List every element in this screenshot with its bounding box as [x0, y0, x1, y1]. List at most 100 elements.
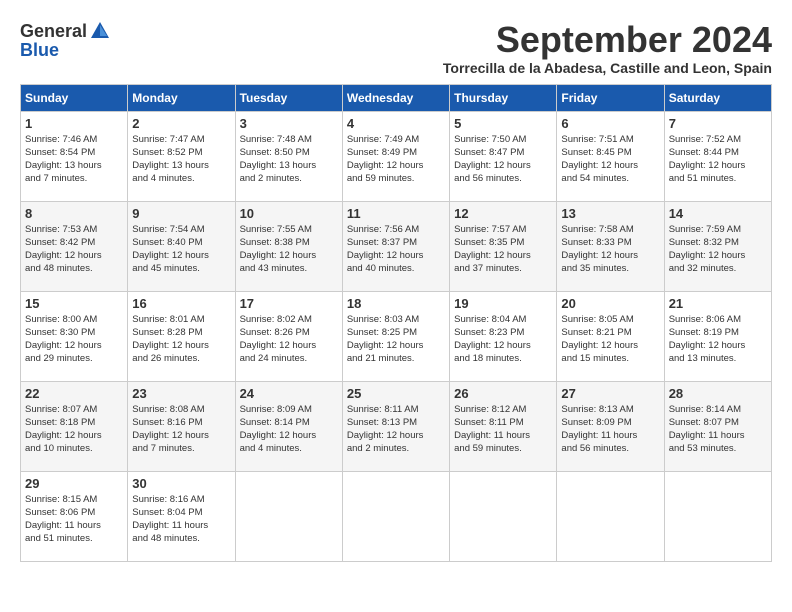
day-number: 24 — [240, 386, 338, 401]
day-number: 14 — [669, 206, 767, 221]
calendar-cell: 4 Sunrise: 7:49 AM Sunset: 8:49 PM Daylig… — [342, 111, 449, 201]
calendar-cell: 16Sunrise: 8:01 AM Sunset: 8:28 PM Dayli… — [128, 291, 235, 381]
calendar-cell: 11Sunrise: 7:56 AM Sunset: 8:37 PM Dayli… — [342, 201, 449, 291]
month-title: September 2024 — [443, 20, 772, 60]
day-info: Sunrise: 8:03 AM Sunset: 8:25 PM Dayligh… — [347, 313, 445, 366]
weekday-header-thursday: Thursday — [450, 84, 557, 111]
day-info: Sunrise: 8:06 AM Sunset: 8:19 PM Dayligh… — [669, 313, 767, 366]
day-info: Sunrise: 8:14 AM Sunset: 8:07 PM Dayligh… — [669, 403, 767, 456]
calendar-cell: 2 Sunrise: 7:47 AM Sunset: 8:52 PM Daylig… — [128, 111, 235, 201]
calendar-cell: 14 Sunrise: 7:59 AM Sunset: 8:32 PM Dayli… — [664, 201, 771, 291]
calendar-cell: 5 Sunrise: 7:50 AM Sunset: 8:47 PM Daylig… — [450, 111, 557, 201]
day-info: Sunrise: 8:09 AM Sunset: 8:14 PM Dayligh… — [240, 403, 338, 456]
day-number: 13 — [561, 206, 659, 221]
calendar-cell — [557, 471, 664, 561]
day-info: Sunrise: 7:51 AM Sunset: 8:45 PM Dayligh… — [561, 133, 659, 186]
day-number: 25 — [347, 386, 445, 401]
day-number: 18 — [347, 296, 445, 311]
day-info: Sunrise: 8:12 AM Sunset: 8:11 PM Dayligh… — [454, 403, 552, 456]
day-info: Sunrise: 8:07 AM Sunset: 8:18 PM Dayligh… — [25, 403, 123, 456]
calendar-cell: 23 Sunrise: 8:08 AM Sunset: 8:16 PM Dayli… — [128, 381, 235, 471]
logo: General Blue — [20, 20, 111, 61]
day-info: Sunrise: 7:58 AM Sunset: 8:33 PM Dayligh… — [561, 223, 659, 276]
day-info: Sunrise: 8:01 AM Sunset: 8:28 PM Dayligh… — [132, 313, 230, 366]
calendar-cell: 10Sunrise: 7:55 AM Sunset: 8:38 PM Dayli… — [235, 201, 342, 291]
day-info: Sunrise: 7:54 AM Sunset: 8:40 PM Dayligh… — [132, 223, 230, 276]
logo-icon — [89, 20, 111, 42]
calendar-cell: 27 Sunrise: 8:13 AM Sunset: 8:09 PM Dayli… — [557, 381, 664, 471]
weekday-header-monday: Monday — [128, 84, 235, 111]
calendar-cell: 6 Sunrise: 7:51 AM Sunset: 8:45 PM Daylig… — [557, 111, 664, 201]
day-number: 27 — [561, 386, 659, 401]
header: General Blue September 2024 Torrecilla d… — [20, 20, 772, 76]
day-info: Sunrise: 8:13 AM Sunset: 8:09 PM Dayligh… — [561, 403, 659, 456]
day-number: 4 — [347, 116, 445, 131]
day-number: 9 — [132, 206, 230, 221]
day-info: Sunrise: 7:56 AM Sunset: 8:37 PM Dayligh… — [347, 223, 445, 276]
day-info: Sunrise: 7:59 AM Sunset: 8:32 PM Dayligh… — [669, 223, 767, 276]
title-section: September 2024 Torrecilla de la Abadesa,… — [443, 20, 772, 76]
calendar-cell: 25Sunrise: 8:11 AM Sunset: 8:13 PM Dayli… — [342, 381, 449, 471]
weekday-header-sunday: Sunday — [21, 84, 128, 111]
day-info: Sunrise: 7:52 AM Sunset: 8:44 PM Dayligh… — [669, 133, 767, 186]
calendar-cell: 3 Sunrise: 7:48 AM Sunset: 8:50 PM Daylig… — [235, 111, 342, 201]
day-number: 21 — [669, 296, 767, 311]
day-number: 2 — [132, 116, 230, 131]
day-number: 3 — [240, 116, 338, 131]
logo-blue: Blue — [20, 40, 59, 61]
calendar-week-5: 29Sunrise: 8:15 AM Sunset: 8:06 PM Dayli… — [21, 471, 772, 561]
day-info: Sunrise: 8:16 AM Sunset: 8:04 PM Dayligh… — [132, 493, 230, 546]
logo-general: General — [20, 21, 87, 42]
day-info: Sunrise: 7:57 AM Sunset: 8:35 PM Dayligh… — [454, 223, 552, 276]
day-number: 26 — [454, 386, 552, 401]
day-number: 1 — [25, 116, 123, 131]
day-number: 5 — [454, 116, 552, 131]
day-number: 8 — [25, 206, 123, 221]
day-info: Sunrise: 8:02 AM Sunset: 8:26 PM Dayligh… — [240, 313, 338, 366]
day-number: 6 — [561, 116, 659, 131]
calendar-body: 1 Sunrise: 7:46 AM Sunset: 8:54 PM Daylig… — [21, 111, 772, 561]
calendar-cell: 21 Sunrise: 8:06 AM Sunset: 8:19 PM Dayli… — [664, 291, 771, 381]
day-info: Sunrise: 7:47 AM Sunset: 8:52 PM Dayligh… — [132, 133, 230, 186]
calendar-cell: 1 Sunrise: 7:46 AM Sunset: 8:54 PM Daylig… — [21, 111, 128, 201]
day-number: 15 — [25, 296, 123, 311]
calendar-cell: 18 Sunrise: 8:03 AM Sunset: 8:25 PM Dayli… — [342, 291, 449, 381]
weekday-header-tuesday: Tuesday — [235, 84, 342, 111]
calendar-cell: 15 Sunrise: 8:00 AM Sunset: 8:30 PM Dayli… — [21, 291, 128, 381]
calendar-week-1: 1 Sunrise: 7:46 AM Sunset: 8:54 PM Daylig… — [21, 111, 772, 201]
day-info: Sunrise: 8:04 AM Sunset: 8:23 PM Dayligh… — [454, 313, 552, 366]
calendar-cell: 8Sunrise: 7:53 AM Sunset: 8:42 PM Daylig… — [21, 201, 128, 291]
weekday-header-wednesday: Wednesday — [342, 84, 449, 111]
calendar-cell — [664, 471, 771, 561]
day-number: 17 — [240, 296, 338, 311]
calendar-week-3: 15 Sunrise: 8:00 AM Sunset: 8:30 PM Dayli… — [21, 291, 772, 381]
calendar-cell: 29Sunrise: 8:15 AM Sunset: 8:06 PM Dayli… — [21, 471, 128, 561]
day-info: Sunrise: 8:15 AM Sunset: 8:06 PM Dayligh… — [25, 493, 123, 546]
day-info: Sunrise: 7:50 AM Sunset: 8:47 PM Dayligh… — [454, 133, 552, 186]
day-info: Sunrise: 7:55 AM Sunset: 8:38 PM Dayligh… — [240, 223, 338, 276]
calendar-cell — [235, 471, 342, 561]
day-number: 28 — [669, 386, 767, 401]
calendar-cell: 9 Sunrise: 7:54 AM Sunset: 8:40 PM Daylig… — [128, 201, 235, 291]
calendar-cell — [342, 471, 449, 561]
day-number: 23 — [132, 386, 230, 401]
calendar-header-row: SundayMondayTuesdayWednesdayThursdayFrid… — [21, 84, 772, 111]
day-info: Sunrise: 7:46 AM Sunset: 8:54 PM Dayligh… — [25, 133, 123, 186]
day-number: 7 — [669, 116, 767, 131]
calendar-cell: 24 Sunrise: 8:09 AM Sunset: 8:14 PM Dayli… — [235, 381, 342, 471]
calendar-cell — [450, 471, 557, 561]
day-info: Sunrise: 7:49 AM Sunset: 8:49 PM Dayligh… — [347, 133, 445, 186]
calendar-cell: 30 Sunrise: 8:16 AM Sunset: 8:04 PM Dayli… — [128, 471, 235, 561]
day-info: Sunrise: 8:08 AM Sunset: 8:16 PM Dayligh… — [132, 403, 230, 456]
day-number: 30 — [132, 476, 230, 491]
weekday-header-friday: Friday — [557, 84, 664, 111]
calendar-week-4: 22Sunrise: 8:07 AM Sunset: 8:18 PM Dayli… — [21, 381, 772, 471]
day-info: Sunrise: 8:05 AM Sunset: 8:21 PM Dayligh… — [561, 313, 659, 366]
calendar-table: SundayMondayTuesdayWednesdayThursdayFrid… — [20, 84, 772, 562]
day-info: Sunrise: 8:00 AM Sunset: 8:30 PM Dayligh… — [25, 313, 123, 366]
calendar-cell: 20Sunrise: 8:05 AM Sunset: 8:21 PM Dayli… — [557, 291, 664, 381]
calendar-week-2: 8Sunrise: 7:53 AM Sunset: 8:42 PM Daylig… — [21, 201, 772, 291]
day-info: Sunrise: 7:48 AM Sunset: 8:50 PM Dayligh… — [240, 133, 338, 186]
calendar-cell: 28 Sunrise: 8:14 AM Sunset: 8:07 PM Dayli… — [664, 381, 771, 471]
calendar-cell: 19Sunrise: 8:04 AM Sunset: 8:23 PM Dayli… — [450, 291, 557, 381]
